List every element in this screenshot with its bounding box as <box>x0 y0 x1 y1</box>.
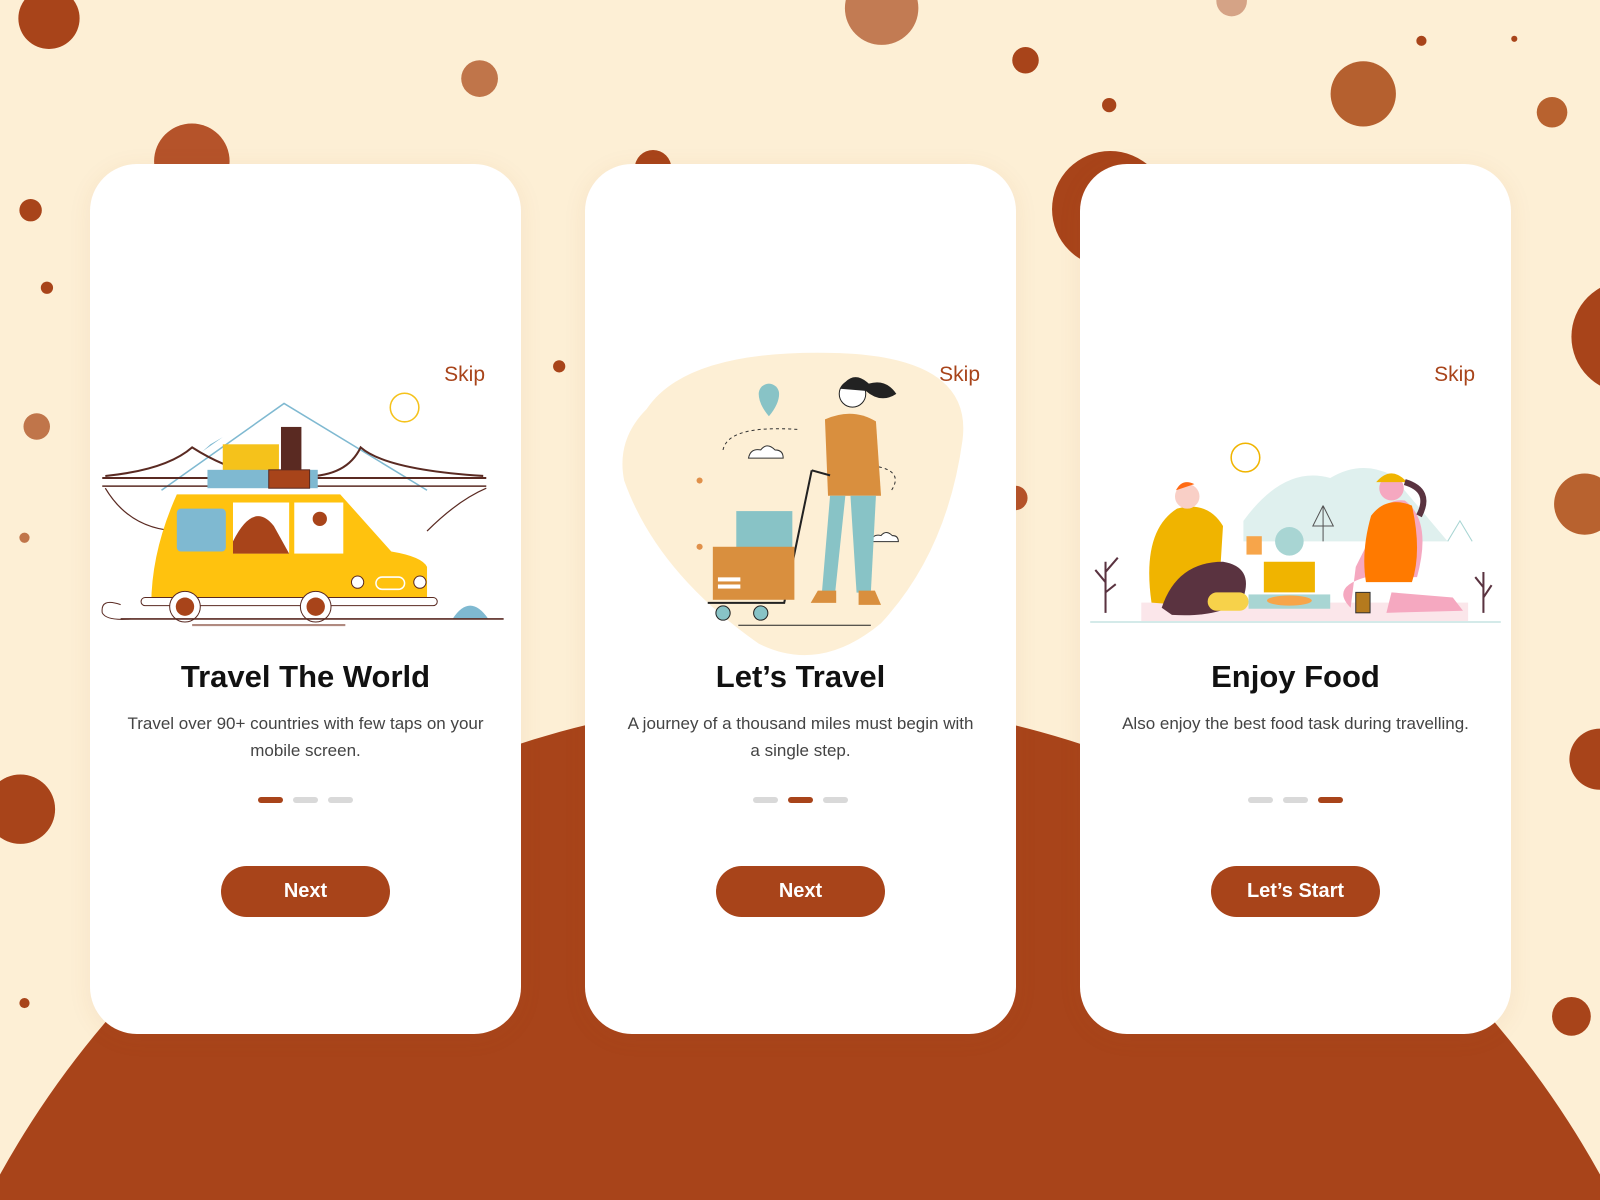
page-dot[interactable] <box>293 797 318 803</box>
screen-description: Also enjoy the best food task during tra… <box>1122 714 1469 733</box>
page-dot-active[interactable] <box>788 797 813 803</box>
page-dot[interactable] <box>823 797 848 803</box>
onboarding-card-1: Skip Travel The World Travel over 90+ co… <box>90 164 521 1034</box>
next-button[interactable]: Next <box>716 866 885 917</box>
page-indicator <box>90 797 521 803</box>
page-dot[interactable] <box>1283 797 1308 803</box>
screen-title: Travel The World <box>180 659 431 694</box>
woman-with-luggage-trolley-illustration <box>622 352 964 656</box>
skip-link[interactable]: Skip <box>444 363 485 387</box>
skip-link[interactable]: Skip <box>1434 363 1475 387</box>
next-button[interactable]: Next <box>221 866 390 917</box>
screen-description: Travel over 90+ countries with few taps … <box>127 714 484 760</box>
lets-start-button[interactable]: Let’s Start <box>1211 866 1380 917</box>
screen-title: Let’s Travel <box>715 659 886 694</box>
page-dot[interactable] <box>1248 797 1273 803</box>
onboarding-card-3: Skip Enjoy Food Also enjoy the best food… <box>1080 164 1511 1034</box>
picnic-illustration <box>1090 442 1501 623</box>
car-road-trip-illustration <box>101 392 504 627</box>
page-dot-active[interactable] <box>258 797 283 803</box>
onboarding-showcase: Skip Travel The World Travel over 90+ co… <box>0 0 1600 1200</box>
page-dot[interactable] <box>328 797 353 803</box>
screen-description: A journey of a thousand miles must begin… <box>627 714 974 760</box>
page-dot[interactable] <box>753 797 778 803</box>
page-indicator <box>1080 797 1511 803</box>
onboarding-card-2: Skip Let’s Travel A journey of a thousan… <box>585 164 1016 1034</box>
page-indicator <box>585 797 1016 803</box>
page-dot-active[interactable] <box>1318 797 1343 803</box>
screen-title: Enjoy Food <box>1211 659 1380 694</box>
